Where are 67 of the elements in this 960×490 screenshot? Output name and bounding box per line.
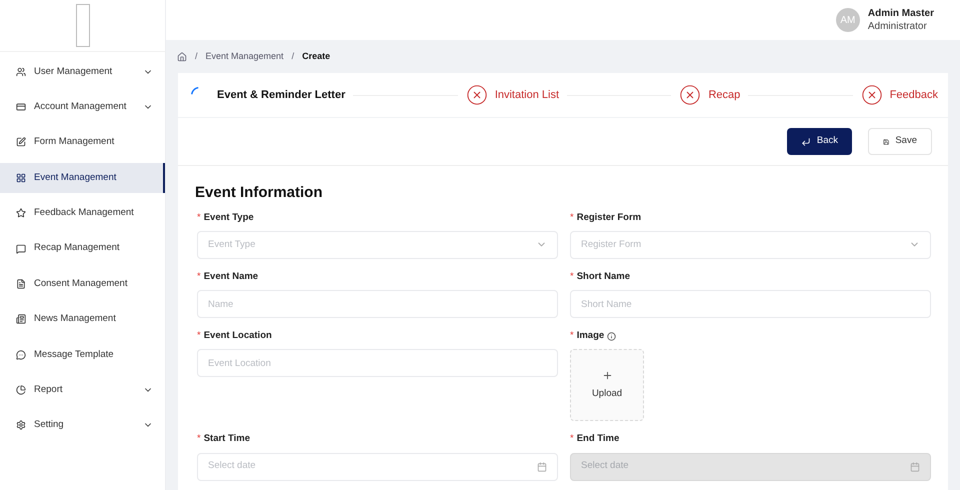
input-field[interactable]: Name: [197, 290, 558, 318]
sidebar-item[interactable]: Consent Management: [0, 268, 165, 299]
document-icon: [16, 278, 26, 289]
step[interactable]: Feedback: [860, 84, 938, 106]
save-button[interactable]: Save: [868, 128, 932, 155]
user-role: Administrator: [868, 20, 928, 33]
home-icon[interactable]: [177, 52, 187, 62]
card-icon: [16, 102, 26, 112]
message-icon: [16, 244, 26, 254]
field-label: End Time: [576, 432, 620, 446]
field-label: Start Time: [204, 432, 250, 446]
sidebar-item[interactable]: Account Management: [0, 92, 165, 122]
section-title: Event Information: [195, 183, 324, 203]
sidebar-item[interactable]: Recap Management: [0, 234, 165, 264]
sidebar-item[interactable]: User Management: [0, 56, 165, 87]
sidebar-item[interactable]: Message Template: [0, 340, 165, 370]
field-label: Event Location: [204, 329, 272, 343]
breadcrumb-current: Create: [302, 50, 330, 63]
field-label: Register Form: [576, 210, 642, 224]
breadcrumb-link[interactable]: Event Management: [206, 50, 284, 64]
breadcrumb-separator: /: [195, 50, 198, 63]
required-asterisk: *: [197, 432, 201, 446]
user-name: Admin Master: [868, 7, 934, 20]
broken-image-icon: [76, 4, 90, 47]
edit-icon: [16, 137, 26, 148]
required-asterisk: *: [197, 210, 201, 224]
sidebar-item[interactable]: Form Management: [0, 127, 165, 158]
calendar-icon: [537, 462, 547, 472]
chat-icon: [16, 350, 26, 360]
sidebar-item[interactable]: Setting: [0, 410, 165, 440]
required-asterisk: *: [570, 432, 574, 446]
required-asterisk: *: [197, 329, 201, 343]
close-circle-icon: [466, 84, 488, 106]
step[interactable]: Recap: [679, 84, 740, 106]
required-asterisk: *: [570, 270, 574, 284]
grid-icon: [16, 172, 26, 183]
field-label: Event Name: [204, 270, 258, 284]
star-icon: [16, 208, 26, 218]
info-icon: [607, 332, 616, 341]
sidebar-item[interactable]: News Management: [0, 304, 165, 334]
step[interactable]: Event & Reminder Letter: [188, 84, 346, 106]
close-circle-icon: [679, 84, 702, 106]
sidebar-item[interactable]: Report: [0, 375, 165, 406]
required-asterisk: *: [570, 329, 574, 343]
step[interactable]: Invitation List: [466, 84, 560, 106]
calendar-icon: [910, 462, 920, 472]
field-label: Event Type: [204, 210, 254, 224]
back-button[interactable]: Back: [787, 128, 852, 155]
save-icon: [883, 136, 890, 146]
users-icon: [16, 66, 26, 77]
breadcrumb-separator: /: [292, 50, 294, 63]
plus-icon: [602, 370, 612, 381]
newspaper-icon: [16, 314, 26, 324]
required-asterisk: *: [197, 270, 201, 284]
close-circle-icon: [860, 84, 883, 106]
field-label: Short Name: [576, 270, 630, 284]
input-field[interactable]: Event Location: [197, 349, 558, 378]
sidebar-item[interactable]: Feedback Management: [0, 198, 165, 228]
spinner-icon: [191, 87, 199, 95]
sidebar-item[interactable]: Event Management: [0, 162, 165, 193]
return-icon: [801, 136, 811, 146]
pie-chart-icon: [16, 385, 26, 396]
required-asterisk: *: [570, 210, 574, 224]
upload-area[interactable]: Upload: [570, 349, 644, 422]
field-label: Image: [576, 329, 604, 343]
settings-icon: [16, 420, 26, 430]
input-field[interactable]: Short Name: [570, 290, 931, 318]
